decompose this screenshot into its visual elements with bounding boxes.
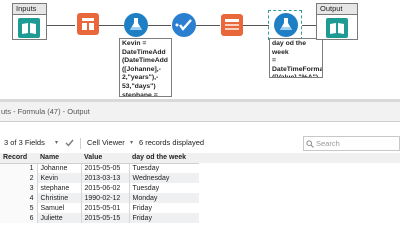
- row-filler: [199, 173, 400, 183]
- name-cell[interactable]: Johanne: [36, 163, 81, 173]
- output-container-title: Output: [317, 4, 357, 15]
- record-cell: 5: [0, 203, 37, 213]
- row-filler: [199, 193, 400, 203]
- workflow-canvas[interactable]: Inputs Kevin = DateTimeAdd (DateTimeAdd …: [0, 0, 400, 99]
- day-cell[interactable]: Tuesday: [128, 163, 199, 173]
- table-row[interactable]: 2 Kevin 2013-03-13 Wednesday: [0, 173, 400, 183]
- check-select-icon: [172, 13, 196, 37]
- data-table-tool[interactable]: [221, 14, 243, 36]
- fields-label: 3 of 3 Fields: [4, 138, 45, 147]
- table-row[interactable]: 5 Samuel 2015-05-01 Friday: [0, 203, 400, 213]
- toolbar-divider: [80, 138, 81, 149]
- value-cell[interactable]: 2013-03-13: [80, 173, 129, 183]
- row-filler: [199, 213, 400, 223]
- apply-fields-button[interactable]: [65, 133, 74, 153]
- name-cell[interactable]: stephane: [36, 183, 81, 193]
- connector-line: [243, 25, 269, 26]
- column-header-day[interactable]: day od the week: [129, 153, 199, 164]
- value-cell[interactable]: 2015-05-01: [80, 203, 129, 213]
- day-cell[interactable]: Wednesday: [128, 173, 199, 183]
- value-cell[interactable]: 2015-05-15: [80, 213, 129, 223]
- name-cell[interactable]: Kevin: [36, 173, 81, 183]
- fields-dropdown-arrow[interactable]: ▾: [55, 133, 58, 153]
- row-filler: [199, 163, 400, 173]
- inputs-container[interactable]: Inputs: [12, 3, 47, 40]
- connector-line: [47, 25, 75, 26]
- header-filler: [199, 153, 400, 163]
- connector-line: [196, 25, 220, 26]
- connector-line: [148, 25, 171, 26]
- formula2-annotation: day od the week = DateTimeFormat ([Value…: [269, 38, 323, 78]
- day-cell[interactable]: Friday: [128, 213, 199, 223]
- cell-viewer-label: Cell Viewer: [87, 138, 125, 147]
- output-container[interactable]: Output: [316, 3, 358, 40]
- formula1-annotation: Kevin = DateTimeAdd (DateTimeAdd ([Johan…: [119, 38, 172, 97]
- search-input[interactable]: Search: [303, 136, 400, 151]
- formula-tool-1[interactable]: [124, 13, 148, 37]
- record-cell: 3: [0, 183, 37, 193]
- check-icon: [65, 139, 74, 147]
- output-data-tool[interactable]: [326, 18, 348, 38]
- select-columns-icon: [77, 13, 99, 35]
- results-toolbar: 3 of 3 Fields ▾ Cell Viewer ▾ 6 records …: [0, 133, 400, 153]
- book-output-icon: [326, 18, 348, 38]
- record-cell: 6: [0, 213, 37, 223]
- cell-viewer-selector[interactable]: Cell Viewer: [87, 133, 125, 153]
- name-cell[interactable]: Juliette: [36, 213, 81, 223]
- table-row[interactable]: 6 Juliette 2015-05-15 Friday: [0, 213, 400, 223]
- select-tool[interactable]: [77, 13, 99, 35]
- results-pane-title: uts - Formula (47) - Output: [0, 102, 400, 122]
- search-placeholder: Search: [316, 139, 340, 148]
- formula-flask-icon: [274, 13, 298, 37]
- column-header-name[interactable]: Name: [37, 153, 81, 164]
- formula-flask-icon: [124, 13, 148, 37]
- results-grid: Record Name Value day od the week 1 Joha…: [0, 153, 400, 223]
- connector-line: [99, 25, 124, 26]
- row-filler: [199, 203, 400, 213]
- table-row[interactable]: 4 Christine 1990-02-12 Monday: [0, 193, 400, 203]
- record-cell: 1: [0, 163, 37, 173]
- formula-tool-2[interactable]: [274, 13, 298, 37]
- app-window: Inputs Kevin = DateTimeAdd (DateTimeAdd …: [0, 0, 400, 243]
- input-data-tool[interactable]: [18, 18, 40, 38]
- value-cell[interactable]: 2015-05-05: [80, 163, 129, 173]
- cell-viewer-dropdown-arrow[interactable]: ▾: [130, 133, 133, 153]
- inputs-container-title: Inputs: [13, 4, 46, 15]
- name-cell[interactable]: Samuel: [36, 203, 81, 213]
- value-cell[interactable]: 1990-02-12: [80, 193, 129, 203]
- search-icon: [306, 140, 314, 148]
- table-row[interactable]: 1 Johanne 2015-05-05 Tuesday: [0, 163, 400, 173]
- check-tool[interactable]: [172, 13, 196, 37]
- data-table-icon: [221, 14, 243, 36]
- day-cell[interactable]: Friday: [128, 203, 199, 213]
- day-cell[interactable]: Monday: [128, 193, 199, 203]
- row-filler: [199, 183, 400, 193]
- table-row[interactable]: 3 stephane 2015-06-02 Tuesday: [0, 183, 400, 193]
- record-cell: 4: [0, 193, 37, 203]
- name-cell[interactable]: Christine: [36, 193, 81, 203]
- value-cell[interactable]: 2015-06-02: [80, 183, 129, 193]
- grid-header-row: Record Name Value day od the week: [0, 153, 400, 164]
- column-header-value[interactable]: Value: [81, 153, 129, 164]
- day-cell[interactable]: Tuesday: [128, 183, 199, 193]
- column-header-record[interactable]: Record: [0, 153, 37, 164]
- book-input-icon: [18, 18, 40, 38]
- records-count: 6 records displayed: [139, 138, 205, 147]
- fields-selector[interactable]: 3 of 3 Fields: [4, 133, 45, 153]
- record-cell: 2: [0, 173, 37, 183]
